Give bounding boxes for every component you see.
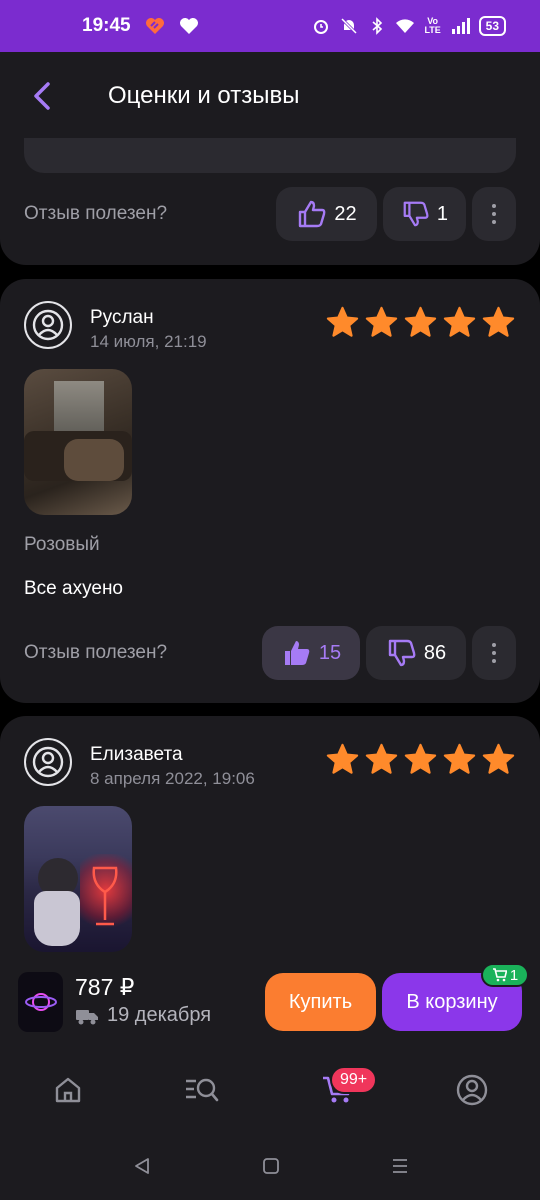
battery-indicator: 53 [478,16,506,36]
star-icon [443,743,476,774]
star-icon [404,306,437,337]
catalog-search-icon [186,1078,219,1102]
dislike-button[interactable]: 86 [366,626,466,680]
planet-icon [24,993,57,1011]
heart-icon [179,16,199,36]
home-icon [55,1077,81,1103]
helpful-label: Отзыв полезен? [24,642,168,663]
profile-icon [456,1074,488,1106]
dislike-count: 86 [423,641,447,664]
cart-count-badge: 1 [481,963,529,987]
status-bar: 19:45 Vo LTE 53 [0,0,540,52]
rating-stars [325,305,516,340]
cart-count: 1 [509,966,519,984]
like-count: 15 [318,641,342,664]
more-options-button[interactable] [472,187,516,241]
review-header: Руслан 14 июля, 21:19 [24,301,516,353]
review-author: Елизавета [90,744,183,765]
more-options-button[interactable] [472,626,516,680]
system-recents-button[interactable] [388,1154,412,1178]
helpful-label: Отзыв полезен? [24,203,168,224]
like-button[interactable]: 22 [276,187,377,241]
star-icon [404,743,437,774]
cart-nav-badge: 99+ [330,1066,378,1094]
heart-app-icon [145,16,165,36]
volte-icon: Vo LTE [424,16,441,35]
product-thumbnail[interactable] [18,972,63,1032]
star-icon [326,306,359,337]
delivery-date: 19 декабря [107,1004,212,1026]
thumbs-up-icon [299,200,326,228]
review-card: Руслан 14 июля, 21:19 Розовый Все ахуено… [0,279,540,703]
thumbs-down-icon [388,639,416,667]
nav-catalog[interactable] [184,1072,220,1108]
review-photo[interactable] [24,806,132,952]
buy-button[interactable]: Купить [265,973,376,1031]
system-home-button[interactable] [259,1154,283,1178]
nav-home[interactable] [50,1072,86,1108]
star-icon [326,743,359,774]
thumbs-down-icon [403,201,429,227]
square-home-icon [263,1158,279,1174]
star-icon [443,306,476,337]
star-icon [365,743,398,774]
truck-icon [76,1009,98,1024]
review-date: 8 апреля 2022, 19:06 [90,769,255,788]
star-icon [482,743,515,774]
bluetooth-icon [367,16,387,36]
helpful-row: Отзыв полезен? 15 86 [24,626,516,680]
delivery-info: 19 декабря [75,1004,211,1027]
signal-icon [451,16,471,36]
review-content-tail [24,138,516,173]
review-photo[interactable] [24,369,132,515]
system-nav-bar [0,1130,540,1200]
dislike-button[interactable]: 1 [383,187,466,241]
bottom-nav: 99+ [0,1042,540,1130]
nav-profile[interactable] [454,1072,490,1108]
rating-stars [325,742,516,777]
star-icon [482,306,515,337]
page-title: Оценки и отзывы [108,82,300,109]
system-back-button[interactable] [130,1154,154,1178]
chevron-left-icon [34,82,50,110]
triangle-back-icon [135,1158,149,1174]
cart-icon [492,968,507,982]
review-date: 14 июля, 21:19 [90,332,207,351]
review-text: Все ахуено [24,578,123,599]
thumbs-up-filled-icon [284,641,310,665]
like-count: 22 [334,202,357,225]
wifi-icon [395,16,415,36]
alarm-icon [311,16,331,36]
back-button[interactable] [26,78,58,114]
star-icon [365,306,398,337]
review-header: Елизавета 8 апреля 2022, 19:06 [24,738,516,790]
helpful-row: Отзыв полезен? 22 1 [24,187,516,241]
user-icon [32,309,64,341]
user-icon [32,746,64,778]
product-price: 787 ₽ [75,974,135,1000]
menu-recents-icon [393,1159,407,1173]
buy-bar: 787 ₽ 19 декабря Купить В корзину 1 [0,960,540,1042]
like-button[interactable]: 15 [262,626,360,680]
avatar [24,301,72,349]
review-variant: Розовый [24,534,100,555]
dislike-count: 1 [436,202,448,225]
review-author: Руслан [90,307,154,328]
mute-icon [339,16,359,36]
avatar [24,738,72,786]
review-card: Отзыв полезен? 22 1 [0,110,540,265]
status-time: 19:45 [82,15,131,36]
